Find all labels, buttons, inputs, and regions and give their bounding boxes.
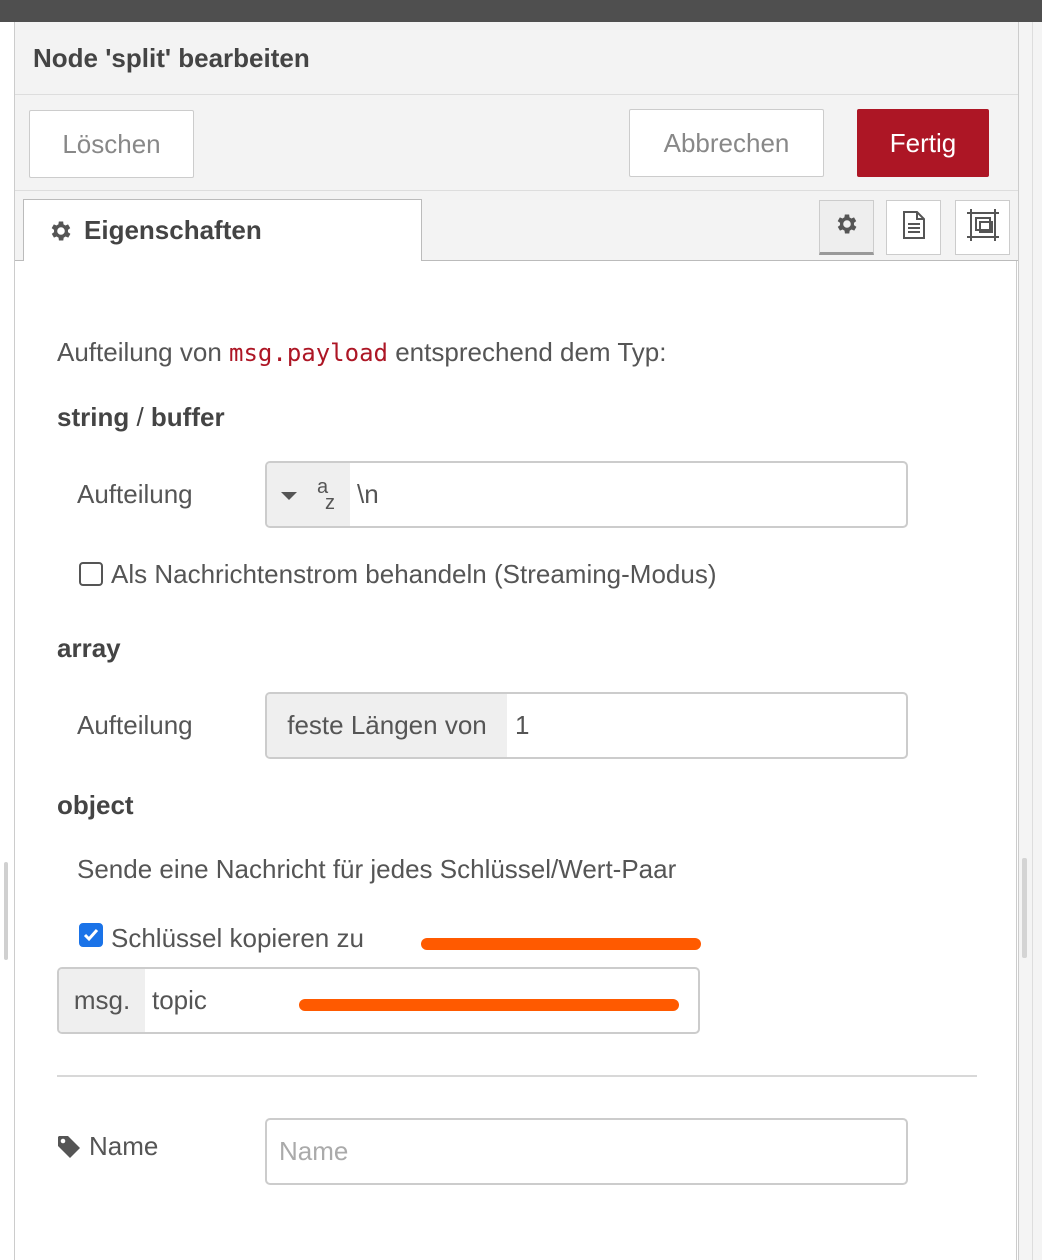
msg-property-value: topic (152, 985, 207, 1015)
done-button[interactable]: Fertig (857, 109, 989, 177)
string-split-input[interactable]: az \n (265, 461, 908, 528)
description-tab-button[interactable] (886, 200, 941, 255)
caret-down-icon (281, 492, 297, 500)
tab-label: Eigenschaften (84, 215, 262, 245)
tray-title: Node 'split' bearbeiten (33, 43, 310, 73)
section-string-buffer: string / buffer (57, 402, 225, 432)
gear-icon (48, 218, 74, 244)
tabs-bar: Eigenschaften (15, 191, 1018, 261)
divider (57, 1075, 977, 1077)
highlight-underline (421, 938, 701, 950)
streaming-label: Als Nachrichtenstrom behandeln (Streamin… (111, 559, 717, 589)
tray-toolbar: Löschen Abbrechen Fertig (15, 95, 1018, 191)
array-split-input[interactable]: feste Längen von 1 (265, 692, 908, 759)
left-panel-edge (0, 22, 14, 1260)
payload-code: msg.payload (229, 339, 388, 367)
string-split-label: Aufteilung (77, 479, 193, 509)
right-divider (1032, 22, 1033, 1260)
streaming-checkbox[interactable] (79, 562, 103, 586)
delete-button[interactable]: Löschen (29, 110, 194, 178)
properties-tab-button[interactable] (819, 200, 874, 255)
edit-tray: Node 'split' bearbeiten Löschen Abbreche… (14, 22, 1018, 1260)
array-split-value: 1 (515, 710, 530, 740)
highlight-underline (299, 999, 679, 1011)
left-resize-handle[interactable] (4, 862, 8, 960)
copy-key-checkbox[interactable] (79, 923, 103, 947)
copy-key-label: Schlüssel kopieren zu (111, 923, 364, 953)
cancel-button[interactable]: Abbrechen (629, 109, 824, 177)
array-split-label: Aufteilung (77, 710, 193, 740)
array-split-prefix: feste Längen von (267, 694, 507, 757)
type-selector[interactable]: az (267, 463, 350, 526)
description-icon (901, 210, 927, 245)
tray-header: Node 'split' bearbeiten (15, 22, 1018, 95)
properties-panel: Aufteilung von msg.payload entsprechend … (15, 261, 1018, 1260)
tab-properties[interactable]: Eigenschaften (23, 199, 422, 261)
msg-prefix: msg. (59, 969, 145, 1032)
section-array: array (57, 633, 121, 663)
intro-text: Aufteilung von msg.payload entsprechend … (57, 337, 667, 367)
name-input[interactable] (265, 1118, 908, 1185)
split-value: \n (357, 479, 379, 509)
appearance-icon (966, 208, 1000, 247)
top-bar (0, 0, 1042, 22)
gear-icon (834, 211, 860, 242)
tag-icon (57, 1135, 81, 1159)
name-label: Name (57, 1131, 158, 1162)
right-scrollbar[interactable] (1022, 858, 1027, 958)
right-panel-edge (1018, 22, 1042, 1260)
check-icon (83, 929, 99, 942)
section-object: object (57, 790, 134, 820)
appearance-tab-button[interactable] (955, 200, 1010, 255)
object-description: Sende eine Nachricht für jedes Schlüssel… (77, 854, 677, 884)
